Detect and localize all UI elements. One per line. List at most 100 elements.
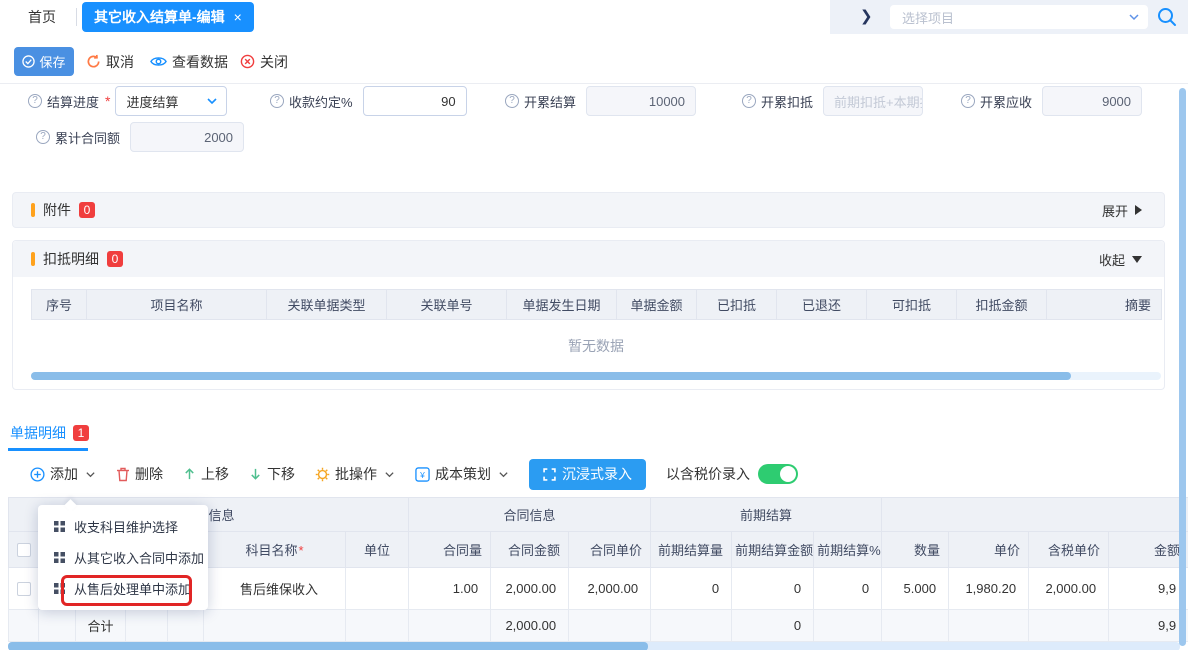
help-icon[interactable]: ? bbox=[961, 94, 975, 108]
deduction-section-header: 扣抵明细 0 收起 bbox=[13, 241, 1164, 277]
help-icon[interactable]: ? bbox=[742, 94, 756, 108]
arrow-down-icon bbox=[249, 467, 262, 481]
menu-item-label: 收支科目维护选择 bbox=[74, 517, 178, 536]
batch-ops-button[interactable]: 批操作 bbox=[315, 464, 395, 484]
row-select-cell bbox=[9, 568, 39, 610]
help-icon[interactable]: ? bbox=[270, 94, 284, 108]
cell-unit[interactable] bbox=[346, 568, 409, 610]
deduction-card: 扣抵明细 0 收起 序号 项目名称 关联单据类型 关联单号 单据发生日期 单据金… bbox=[12, 240, 1165, 390]
group-previous-settle: 前期结算 bbox=[651, 498, 882, 532]
select-all-cell bbox=[9, 532, 39, 568]
attachment-section-header: 附件 0 展开 bbox=[12, 192, 1165, 228]
cell-pre-pct[interactable]: 0 bbox=[814, 568, 882, 610]
section-mark-icon bbox=[31, 203, 35, 217]
page-vscrollbar-thumb[interactable] bbox=[1179, 88, 1186, 646]
triangle-down-icon bbox=[1132, 256, 1142, 263]
immersive-entry-button[interactable]: 沉浸式录入 bbox=[529, 459, 646, 490]
select-all-checkbox[interactable] bbox=[17, 543, 31, 557]
delete-button[interactable]: 删除 bbox=[116, 464, 163, 484]
cell-contract-amount[interactable]: 2,000.00 bbox=[491, 568, 569, 610]
cell-pre-qty[interactable]: 0 bbox=[651, 568, 732, 610]
move-up-label: 上移 bbox=[201, 464, 229, 484]
col-contract-price: 合同单价 bbox=[569, 532, 651, 568]
attachment-expand-button[interactable]: 展开 bbox=[1102, 201, 1142, 220]
tab-home[interactable]: 首页 bbox=[18, 0, 66, 34]
tab-close-icon[interactable]: × bbox=[234, 9, 242, 25]
cell-pre-amount[interactable]: 0 bbox=[732, 568, 814, 610]
deduction-hscrollbar bbox=[31, 372, 1161, 380]
section-mark-icon bbox=[31, 252, 35, 266]
cancel-button[interactable]: 取消 bbox=[86, 47, 134, 76]
total-blank bbox=[569, 610, 651, 642]
detail-tab-label: 单据明细 bbox=[10, 423, 66, 443]
cell-contract-price[interactable]: 2,000.00 bbox=[569, 568, 651, 610]
col-deduct-amount: 扣抵金额 bbox=[957, 290, 1047, 320]
col-contract-amount: 合同金额 bbox=[491, 532, 569, 568]
field-label: 累计合同额 bbox=[55, 128, 120, 147]
menu-item-subject-maintain[interactable]: 收支科目维护选择 bbox=[38, 511, 208, 542]
view-data-button[interactable]: 查看数据 bbox=[150, 47, 228, 76]
cell-qty[interactable]: 5.000 bbox=[882, 568, 949, 610]
tax-toggle-label: 以含税价录入 bbox=[666, 464, 750, 484]
tabbar-right-zone: ❯ 选择项目 bbox=[830, 0, 1188, 34]
total-contract-amount: 2,000.00 bbox=[491, 610, 569, 642]
total-row: 合计 2,000.00 0 9,9 bbox=[9, 610, 1188, 642]
project-select[interactable]: 选择项目 bbox=[890, 5, 1148, 29]
search-icon[interactable] bbox=[1156, 6, 1178, 28]
tax-price-toggle[interactable] bbox=[758, 464, 798, 484]
cell-contract-qty[interactable]: 1.00 bbox=[409, 568, 491, 610]
collapse-label: 收起 bbox=[1099, 250, 1125, 269]
tab-bar: 首页 其它收入结算单-编辑 × ❯ 选择项目 bbox=[0, 0, 1188, 34]
help-icon[interactable]: ? bbox=[36, 130, 50, 144]
add-button[interactable]: 添加 bbox=[30, 464, 96, 484]
delete-label: 删除 bbox=[135, 464, 163, 484]
detail-hscrollbar-thumb[interactable] bbox=[8, 642, 648, 650]
move-down-label: 下移 bbox=[267, 464, 295, 484]
help-icon[interactable]: ? bbox=[505, 94, 519, 108]
menu-item-from-aftersale-doc[interactable]: 从售后处理单中添加 bbox=[38, 573, 208, 604]
total-blank bbox=[882, 610, 949, 642]
menu-item-label: 从售后处理单中添加 bbox=[74, 579, 191, 598]
help-icon[interactable]: ? bbox=[28, 94, 42, 108]
trash-icon bbox=[116, 467, 130, 482]
save-button[interactable]: 保存 bbox=[14, 47, 74, 76]
deduction-count-badge: 0 bbox=[107, 251, 123, 267]
chevron-down-icon bbox=[1128, 11, 1140, 23]
cell-price[interactable]: 1,980.20 bbox=[949, 568, 1029, 610]
total-blank bbox=[814, 610, 882, 642]
accum-receivable-input: 9000 bbox=[1042, 86, 1142, 116]
field-accum-receivable: ? 开累应收 9000 bbox=[961, 86, 1142, 116]
close-button[interactable]: 关闭 bbox=[240, 47, 288, 76]
move-up-button[interactable]: 上移 bbox=[183, 464, 229, 484]
cost-yuan-icon: ¥ bbox=[415, 467, 430, 482]
menu-item-from-other-income-contract[interactable]: 从其它收入合同中添加 bbox=[38, 542, 208, 573]
total-pre-amount: 0 bbox=[732, 610, 814, 642]
total-blank bbox=[409, 610, 491, 642]
col-contract-qty: 合同量 bbox=[409, 532, 491, 568]
deduction-hscrollbar-thumb[interactable] bbox=[31, 372, 1071, 380]
save-label: 保存 bbox=[39, 52, 65, 71]
detail-hscrollbar bbox=[8, 642, 1180, 650]
batch-ops-label: 批操作 bbox=[335, 464, 377, 484]
deduction-collapse-button[interactable]: 收起 bbox=[1099, 250, 1142, 269]
cell-tax-price[interactable]: 2,000.00 bbox=[1029, 568, 1109, 610]
col-related-doc-no: 关联单号 bbox=[387, 290, 507, 320]
chevron-down-icon bbox=[498, 469, 509, 480]
tab-active-edit[interactable]: 其它收入结算单-编辑 × bbox=[82, 2, 254, 32]
tab-overflow-arrow-icon[interactable]: ❯ bbox=[860, 7, 873, 25]
main-toolbar: 保存 取消 查看数据 关闭 bbox=[0, 34, 1188, 84]
tab-detail[interactable]: 单据明细 1 bbox=[10, 423, 89, 443]
app-screen: 首页 其它收入结算单-编辑 × ❯ 选择项目 bbox=[0, 0, 1188, 650]
immersive-entry-label: 沉浸式录入 bbox=[562, 464, 632, 484]
cell-subject[interactable]: 售后维保收入 bbox=[204, 568, 346, 610]
field-label: 开累应收 bbox=[980, 92, 1032, 111]
attachment-title: 附件 bbox=[43, 200, 71, 220]
move-down-button[interactable]: 下移 bbox=[249, 464, 295, 484]
row-checkbox[interactable] bbox=[17, 582, 31, 596]
col-project-name: 项目名称 bbox=[87, 290, 267, 320]
settle-progress-select[interactable]: 进度结算 bbox=[115, 86, 227, 116]
payment-pct-input[interactable]: 90 bbox=[363, 86, 467, 116]
detail-count-badge: 1 bbox=[73, 425, 89, 441]
cell-amount[interactable]: 9,9 bbox=[1109, 568, 1188, 610]
cost-plan-button[interactable]: ¥ 成本策划 bbox=[415, 464, 509, 484]
